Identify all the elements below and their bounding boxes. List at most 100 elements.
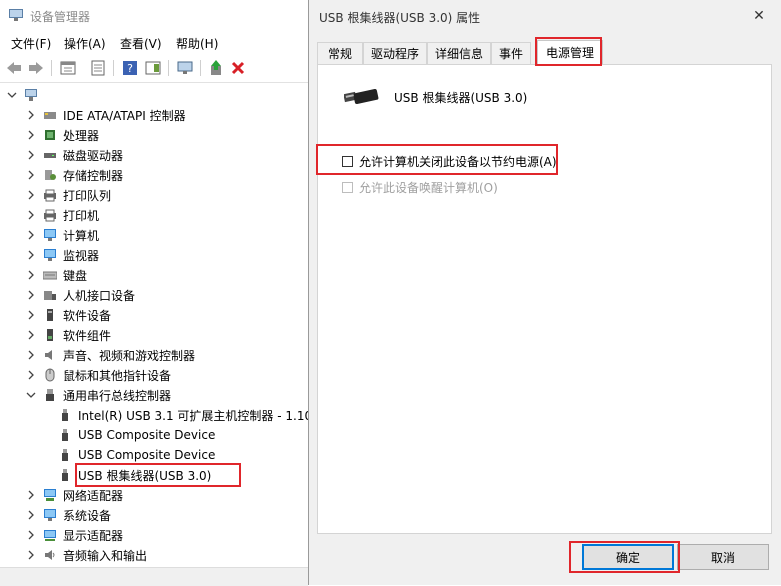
disk-icon (43, 148, 57, 162)
tree-item-label: 显示适配器 (63, 528, 124, 543)
chevron-right-icon[interactable] (25, 189, 37, 201)
tree-item[interactable]: 软件设备 (25, 305, 111, 325)
tree-item-label: Intel(R) USB 3.1 可扩展主机控制器 - 1.10 (78, 408, 308, 423)
tree-item-label: 监视器 (63, 248, 100, 263)
menu-action[interactable]: 操作(A) (64, 35, 106, 52)
menu-help[interactable]: 帮助(H) (176, 35, 218, 52)
tree-item-label: 软件组件 (63, 328, 112, 343)
audio-icon (43, 548, 57, 562)
tab-details[interactable]: 详细信息 (427, 42, 491, 64)
tree-item[interactable]: 系统设备 (25, 505, 111, 525)
menu-file[interactable]: 文件(F) (11, 35, 51, 52)
horizontal-scrollbar[interactable] (0, 567, 308, 586)
chevron-right-icon[interactable] (25, 309, 37, 321)
scan-hardware-icon[interactable] (175, 58, 195, 78)
chevron-right-icon[interactable] (25, 229, 37, 241)
tree-item[interactable]: Intel(R) USB 3.1 可扩展主机控制器 - 1.10 (44, 405, 308, 425)
chevron-right-icon[interactable] (25, 269, 37, 281)
tree-item[interactable]: 磁盘驱动器 (25, 145, 123, 165)
tab-events[interactable]: 事件 (491, 42, 531, 64)
chevron-right-icon[interactable] (25, 529, 37, 541)
properties-icon[interactable] (88, 58, 108, 78)
usb-plug-icon (58, 468, 72, 482)
printer-icon (43, 208, 57, 222)
close-icon[interactable]: ✕ (749, 6, 769, 26)
chevron-right-icon[interactable] (25, 549, 37, 561)
tree-item-label: 系统设备 (63, 508, 112, 523)
allow-power-off-checkbox[interactable] (342, 156, 353, 167)
tree-item[interactable]: 存储控制器 (25, 165, 123, 185)
system-icon (43, 508, 57, 522)
tree-item[interactable]: IDE ATA/ATAPI 控制器 (25, 105, 186, 125)
chevron-right-icon[interactable] (25, 329, 37, 341)
mouse-icon (43, 368, 57, 382)
menu-view[interactable]: 查看(V) (120, 35, 162, 52)
dialog-title: USB 根集线器(USB 3.0) 属性 (319, 11, 481, 25)
chevron-right-icon[interactable] (25, 509, 37, 521)
network-icon (43, 488, 57, 502)
tree-item[interactable]: 鼠标和其他指针设备 (25, 365, 171, 385)
chevron-right-icon[interactable] (25, 149, 37, 161)
back-arrow-icon[interactable] (4, 58, 24, 78)
chevron-right-icon[interactable] (25, 129, 37, 141)
tree-item[interactable]: 音频输入和输出 (25, 545, 147, 565)
tree-item[interactable]: 显示适配器 (25, 525, 123, 545)
tab-driver[interactable]: 驱动程序 (363, 42, 427, 64)
monitor-icon (43, 248, 57, 262)
component-icon (43, 328, 57, 342)
tree-item-label: 计算机 (63, 228, 100, 243)
tree-item[interactable]: USB Composite Device (44, 445, 215, 465)
tree-item-label: 键盘 (63, 268, 88, 283)
display-icon (43, 528, 57, 542)
tree-item-label: 打印机 (63, 208, 100, 223)
tree-item[interactable]: 打印机 (25, 205, 99, 225)
show-hide-tree-icon[interactable] (58, 58, 78, 78)
forward-arrow-icon[interactable] (26, 58, 46, 78)
tree-item[interactable]: 声音、视频和游戏控制器 (25, 345, 195, 365)
chevron-right-icon[interactable] (25, 489, 37, 501)
chevron-right-icon[interactable] (25, 109, 37, 121)
tree-item[interactable]: USB Composite Device (44, 425, 215, 445)
tree-item-label: USB 根集线器(USB 3.0) (78, 468, 212, 483)
tree-item[interactable]: 通用串行总线控制器 (25, 385, 171, 405)
update-driver-icon[interactable] (206, 58, 226, 78)
hid-icon (43, 288, 57, 302)
chevron-right-icon[interactable] (25, 249, 37, 261)
chevron-down-icon[interactable] (6, 89, 18, 101)
chevron-right-icon[interactable] (25, 169, 37, 181)
tab-general[interactable]: 常规 (317, 42, 363, 64)
chevron-down-icon[interactable] (25, 389, 37, 401)
action-pane-icon[interactable] (143, 58, 163, 78)
usb-plug-icon (343, 89, 380, 105)
allow-power-off-option[interactable]: 允许计算机关闭此设备以节约电源(A) (342, 153, 557, 170)
chevron-right-icon[interactable] (25, 289, 37, 301)
chevron-right-icon[interactable] (25, 209, 37, 221)
tree-item[interactable] (6, 85, 44, 105)
tree-item[interactable]: 网络适配器 (25, 485, 123, 505)
cancel-button[interactable]: 取消 (677, 544, 769, 570)
power-management-panel: USB 根集线器(USB 3.0) 允许计算机关闭此设备以节约电源(A) 允许此… (317, 64, 772, 534)
device-manager-icon (9, 9, 23, 21)
tree-item[interactable]: USB 根集线器(USB 3.0) (44, 465, 211, 485)
tree-item[interactable]: 键盘 (25, 265, 87, 285)
tree-item[interactable]: 监视器 (25, 245, 99, 265)
tree-item[interactable]: 软件组件 (25, 325, 111, 345)
tree-item[interactable]: 处理器 (25, 125, 99, 145)
computer-icon (24, 88, 38, 102)
tree-item[interactable]: 打印队列 (25, 185, 111, 205)
tab-power-management[interactable]: 电源管理 (537, 40, 603, 64)
tree-item-label: 通用串行总线控制器 (63, 388, 172, 403)
tree-item[interactable]: 人机接口设备 (25, 285, 135, 305)
ok-button[interactable]: 确定 (582, 544, 674, 570)
tree-item-label: 人机接口设备 (63, 288, 136, 303)
properties-dialog: USB 根集线器(USB 3.0) 属性 ✕ 常规 驱动程序 详细信息 事件 电… (308, 0, 781, 585)
tree-item-label: 打印队列 (63, 188, 112, 203)
chevron-right-icon[interactable] (25, 369, 37, 381)
usb-plug-icon (58, 408, 72, 422)
help-icon[interactable]: ? (120, 58, 140, 78)
usb-plug-icon (58, 448, 72, 462)
chevron-right-icon[interactable] (25, 349, 37, 361)
uninstall-x-icon[interactable] (228, 58, 248, 78)
tree-item[interactable]: 计算机 (25, 225, 99, 245)
